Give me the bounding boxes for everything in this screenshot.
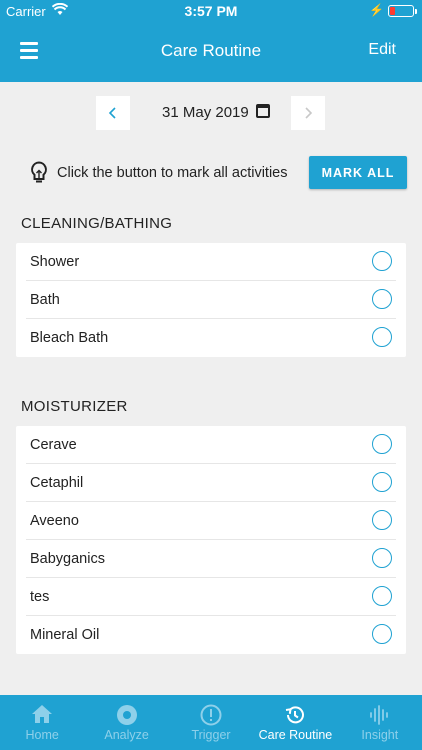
check-circle[interactable] <box>372 586 392 606</box>
tab-label: Insight <box>361 728 399 742</box>
cleaning-bathing-card: Shower Bath Bleach Bath <box>16 243 406 357</box>
check-circle[interactable] <box>372 434 392 454</box>
tab-home[interactable]: Home <box>0 695 84 750</box>
navigation-bar: Care Routine Edit <box>0 22 422 82</box>
charging-icon: ⚡ <box>369 3 384 17</box>
mark-all-row: Click the button to mark all activities … <box>0 156 422 190</box>
section-title: MOISTURIZER <box>21 398 128 415</box>
tab-label: Trigger <box>191 728 231 742</box>
check-circle[interactable] <box>372 251 392 271</box>
chevron-left-icon <box>108 107 116 119</box>
mark-all-button[interactable]: MARK ALL <box>309 156 407 189</box>
item-label: tes <box>30 589 50 605</box>
date-value[interactable]: 31 May 2019 <box>162 104 249 121</box>
list-item[interactable]: Cetaphil <box>26 464 396 502</box>
date-selector: 31 May 2019 <box>0 96 422 132</box>
item-label: Cetaphil <box>30 475 84 491</box>
list-item[interactable]: Shower <box>26 243 396 281</box>
tab-analyze[interactable]: Analyze <box>84 695 168 750</box>
tab-label: Analyze <box>104 728 149 742</box>
trigger-icon <box>200 704 222 726</box>
list-item[interactable]: Mineral Oil <box>26 616 396 654</box>
list-item[interactable]: Bath <box>26 281 396 319</box>
page-title: Care Routine <box>160 41 262 60</box>
tab-label: Care Routine <box>258 728 333 742</box>
check-circle[interactable] <box>372 510 392 530</box>
item-label: Bath <box>30 292 60 308</box>
moisturizer-card: Cerave Cetaphil Aveeno Babyganics tes Mi… <box>16 426 406 654</box>
tab-label: Home <box>25 728 59 742</box>
tab-trigger[interactable]: Trigger <box>169 695 253 750</box>
edit-button[interactable]: Edit <box>368 41 396 59</box>
list-item[interactable]: Babyganics <box>26 540 396 578</box>
battery-icon <box>388 5 417 17</box>
list-item[interactable]: Aveeno <box>26 502 396 540</box>
list-item[interactable]: tes <box>26 578 396 616</box>
item-label: Aveeno <box>30 513 79 529</box>
item-label: Babyganics <box>30 551 105 567</box>
previous-day-button[interactable] <box>96 96 130 130</box>
status-bar: Carrier 3:57 PM ⚡ <box>0 0 422 22</box>
waveform-icon <box>369 705 388 725</box>
mark-all-hint: Click the button to mark all activities <box>57 165 288 181</box>
item-label: Mineral Oil <box>30 627 100 643</box>
section-title: CLEANING/BATHING <box>21 215 173 232</box>
check-circle[interactable] <box>372 624 392 644</box>
list-item[interactable]: Bleach Bath <box>26 319 396 357</box>
next-day-button[interactable] <box>291 96 325 130</box>
item-label: Shower <box>30 254 80 270</box>
tab-insight[interactable]: Insight <box>338 695 422 750</box>
analyze-icon <box>116 705 137 725</box>
history-icon <box>286 706 305 724</box>
clock: 3:57 PM <box>184 3 238 19</box>
lightbulb-icon <box>31 161 47 183</box>
check-circle[interactable] <box>372 472 392 492</box>
chevron-right-icon <box>305 107 313 119</box>
check-circle[interactable] <box>372 289 392 309</box>
list-item[interactable]: Cerave <box>26 426 396 464</box>
item-label: Cerave <box>30 437 77 453</box>
item-label: Bleach Bath <box>30 330 109 346</box>
calendar-icon[interactable] <box>256 104 270 118</box>
check-circle[interactable] <box>372 548 392 568</box>
tab-care-routine[interactable]: Care Routine <box>253 695 337 750</box>
check-circle[interactable] <box>372 327 392 347</box>
tab-bar: Home Analyze Trigger Care Routine Insigh… <box>0 695 422 750</box>
home-icon <box>32 705 53 723</box>
